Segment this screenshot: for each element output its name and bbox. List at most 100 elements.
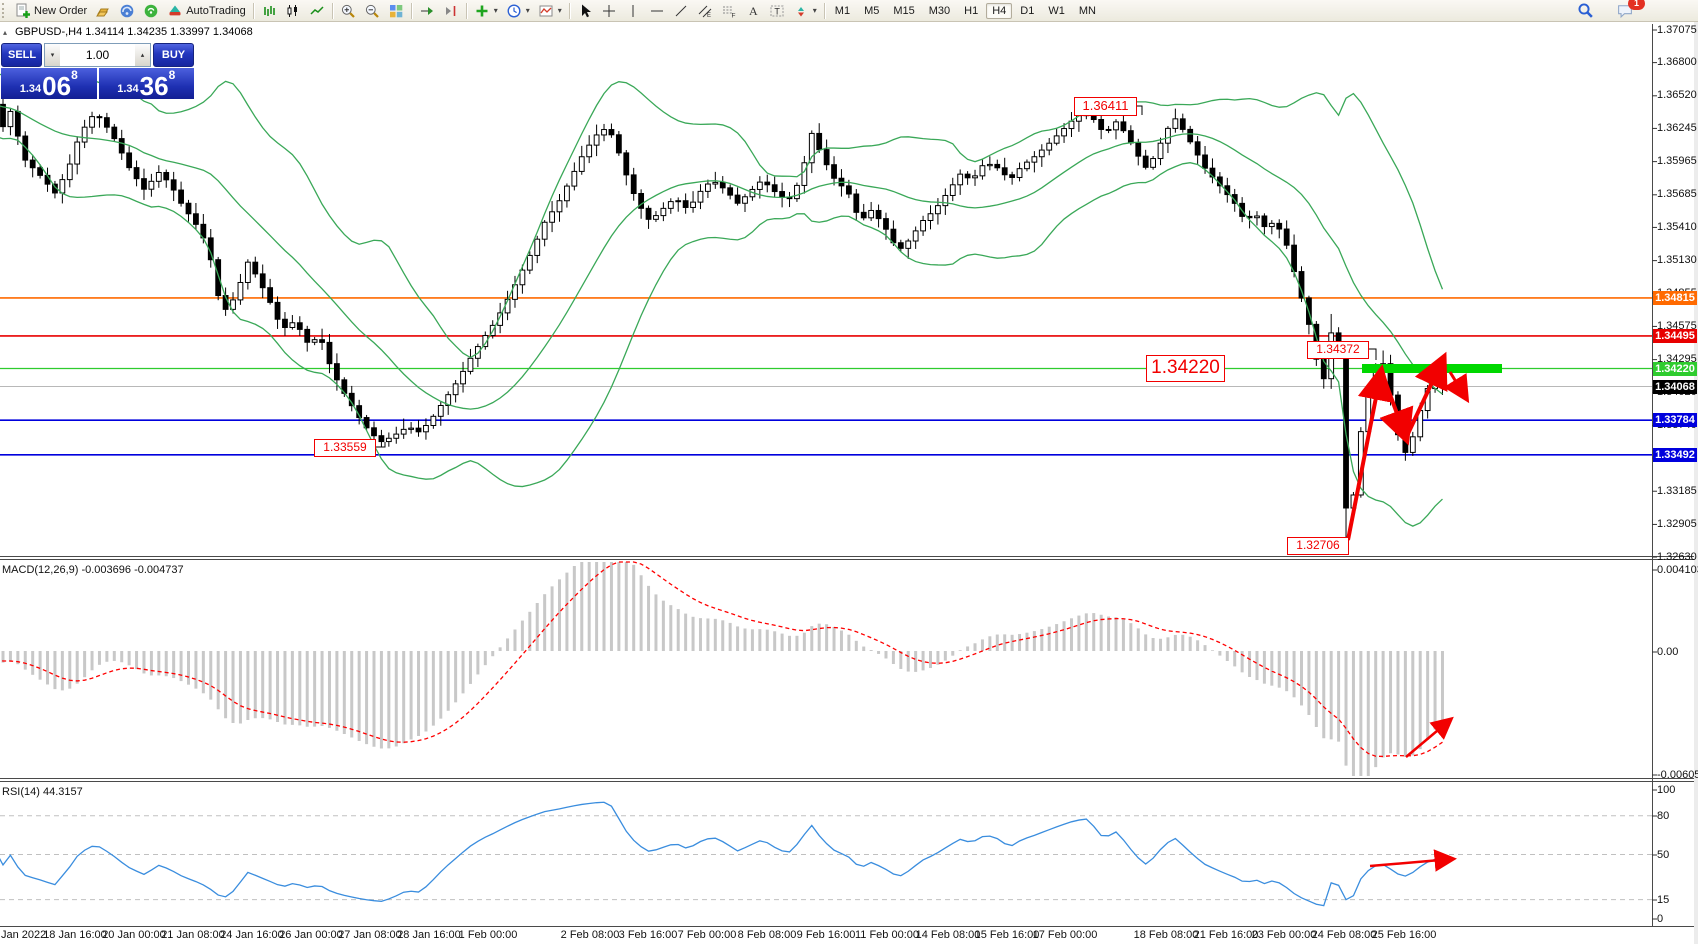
one-click-collapse-icon[interactable]: ▴ <box>3 28 7 37</box>
horizontal-line-tool-button[interactable] <box>645 0 669 21</box>
toolbar-separator <box>411 3 412 19</box>
timeframe-mn-button[interactable]: MN <box>1073 3 1102 19</box>
buy-button[interactable]: BUY <box>153 43 194 67</box>
price-annotation[interactable]: 1.36411 <box>1074 97 1137 116</box>
price-axis-label: 1.35130 <box>1657 254 1697 266</box>
macd-label: MACD(12,26,9) -0.003696 -0.004737 <box>2 564 184 576</box>
vertical-line-tool-button[interactable] <box>621 0 645 21</box>
candlestick-chart-icon <box>285 3 301 19</box>
timeframe-d1-button[interactable]: D1 <box>1014 3 1040 19</box>
arrows-tool-button[interactable]: ▾ <box>789 0 821 21</box>
volume-input[interactable] <box>60 44 135 66</box>
search-button[interactable] <box>1573 0 1598 21</box>
bars-chart-icon <box>261 3 277 19</box>
price-badge: 1.34068 <box>1653 380 1697 394</box>
community-button[interactable] <box>115 0 139 21</box>
svg-text:T: T <box>774 6 780 16</box>
volume-increase-button[interactable]: ▴ <box>135 44 150 66</box>
timeframe-m30-button[interactable]: M30 <box>923 3 956 19</box>
one-click-trading-panel: SELL ▾ ▴ BUY 1.34068 1.34368 <box>1 43 194 99</box>
time-axis-label: 1 Feb 00:00 <box>443 929 533 941</box>
line-chart-button[interactable] <box>305 0 329 21</box>
volume-decrease-button[interactable]: ▾ <box>45 44 60 66</box>
indicators-button[interactable]: ▾ <box>470 0 502 21</box>
sell-price-panel[interactable]: 1.34068 <box>1 68 97 99</box>
timeframe-m1-button[interactable]: M1 <box>829 3 856 19</box>
time-axis-label: 25 Feb 16:00 <box>1359 929 1449 941</box>
equidistant-channel-tool-button[interactable]: E <box>693 0 717 21</box>
crosshair-tool-button[interactable] <box>597 0 621 21</box>
notification-badge: 1 <box>1628 0 1645 10</box>
text-label-tool-button[interactable]: T <box>765 0 789 21</box>
buy-price-sup: 8 <box>169 70 176 80</box>
new-order-button[interactable]: New Order <box>11 0 91 21</box>
periods-button[interactable]: ▾ <box>502 0 534 21</box>
text-tool-button[interactable]: A <box>741 0 765 21</box>
price-badge: 1.33492 <box>1653 448 1697 462</box>
rsi-axis-label: 15 <box>1657 894 1669 906</box>
candlestick-chart-button[interactable] <box>281 0 305 21</box>
macd-axis-label: 0.004103 <box>1657 564 1698 576</box>
templates-caret-icon: ▾ <box>558 6 562 15</box>
price-axis-label: 1.36800 <box>1657 56 1697 68</box>
fibonacci-icon: F <box>721 3 737 19</box>
price-badge: 1.33784 <box>1653 413 1697 427</box>
clock-icon <box>506 3 522 19</box>
price-annotation[interactable]: 1.34372 <box>1307 341 1369 359</box>
toolbar-separator <box>332 3 333 19</box>
tile-windows-button[interactable] <box>384 0 408 21</box>
zoom-in-icon <box>340 3 356 19</box>
tile-windows-icon <box>388 3 404 19</box>
rsi-axis-label: 50 <box>1657 849 1669 861</box>
trendline-tool-button[interactable] <box>669 0 693 21</box>
buy-price-small: 1.34 <box>117 82 138 97</box>
price-axis-label: 1.36245 <box>1657 122 1697 134</box>
price-axis-label: 1.35410 <box>1657 221 1697 233</box>
zoom-out-button[interactable] <box>360 0 384 21</box>
time-axis-label: 17 Feb 00:00 <box>1020 929 1110 941</box>
buy-price-big: 36 <box>140 75 169 97</box>
volume-stepper: ▾ ▴ <box>44 43 151 67</box>
svg-text:E: E <box>707 13 711 19</box>
vertical-line-icon <box>625 3 641 19</box>
metatrader-window: New Order <box>0 0 1698 944</box>
bars-chart-button[interactable] <box>257 0 281 21</box>
zoom-out-icon <box>364 3 380 19</box>
new-order-label: New Order <box>34 5 87 17</box>
price-annotation[interactable]: 1.32706 <box>1287 537 1349 555</box>
timeframe-group: M1M5M15M30H1H4D1W1MN <box>828 5 1103 17</box>
zoom-in-button[interactable] <box>336 0 360 21</box>
price-annotation[interactable]: 1.33559 <box>314 439 376 457</box>
chart-shift-button[interactable] <box>439 0 463 21</box>
deposit-button[interactable] <box>91 0 115 21</box>
timeframe-h1-button[interactable]: H1 <box>958 3 984 19</box>
sell-button[interactable]: SELL <box>1 43 42 67</box>
timeframe-m15-button[interactable]: M15 <box>887 3 920 19</box>
chat-button[interactable]: 1 <box>1612 0 1638 21</box>
timeframe-w1-button[interactable]: W1 <box>1042 3 1071 19</box>
trendline-icon <box>673 3 689 19</box>
toolbar-separator <box>253 3 254 19</box>
price-annotation[interactable]: 1.34220 <box>1146 355 1225 382</box>
signals-button[interactable] <box>139 0 163 21</box>
timeframe-h4-button[interactable]: H4 <box>986 3 1012 19</box>
text-label-icon: T <box>769 3 785 19</box>
chart-title: GBPUSD-,H4 1.34114 1.34235 1.33997 1.340… <box>15 26 253 38</box>
autotrading-button[interactable]: AutoTrading <box>163 0 250 21</box>
fibonacci-tool-button[interactable]: F <box>717 0 741 21</box>
chart-shift-icon <box>443 3 459 19</box>
price-axis-label: 1.32905 <box>1657 518 1697 530</box>
auto-scroll-button[interactable] <box>415 0 439 21</box>
rsi-label: RSI(14) 44.3157 <box>2 786 83 798</box>
svg-text:A: A <box>749 4 758 18</box>
price-axis-label: 1.36520 <box>1657 89 1697 101</box>
gold-ingot-icon <box>95 3 111 19</box>
templates-button[interactable]: ▾ <box>534 0 566 21</box>
autotrading-label: AutoTrading <box>186 5 246 17</box>
signal-icon <box>143 3 159 19</box>
crosshair-icon <box>601 3 617 19</box>
cursor-tool-button[interactable] <box>573 0 597 21</box>
price-axis-label: 1.33185 <box>1657 485 1697 497</box>
buy-price-panel[interactable]: 1.34368 <box>99 68 195 99</box>
timeframe-m5-button[interactable]: M5 <box>858 3 885 19</box>
